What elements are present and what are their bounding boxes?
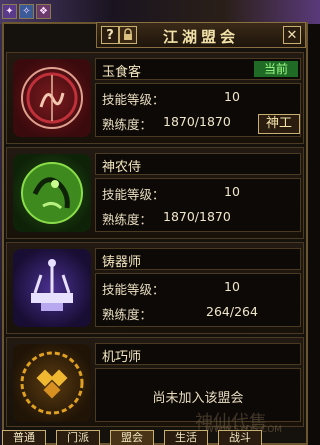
mechanic-emblem-icon xyxy=(13,344,91,422)
shengong-button[interactable]: 神工 xyxy=(258,114,300,134)
skill-level-value: 10 xyxy=(224,89,240,104)
tab-guild[interactable]: 盟会 xyxy=(110,430,154,445)
guild-name: 铸器师 xyxy=(102,255,142,270)
guild-info-box: 技能等级： 10 熟练度： 1870/1870 xyxy=(95,178,301,232)
bottom-tab-bar: 普通 门派 盟会 生活 战斗 xyxy=(0,430,320,445)
tab-sect[interactable]: 门派 xyxy=(56,430,100,445)
guild-name: 机巧师 xyxy=(102,350,142,365)
proficiency-value: 1870/1870 xyxy=(163,209,231,224)
proficiency-value: 1870/1870 xyxy=(163,114,231,129)
panel-header: ? 江湖盟会 ✕ xyxy=(96,22,306,48)
jade-chef-emblem-icon xyxy=(13,59,91,137)
proficiency-value: 264/264 xyxy=(206,304,258,319)
proficiency-label: 熟练度： xyxy=(102,307,153,322)
guild-name-box: 玉食客 当前 xyxy=(95,58,301,80)
proficiency-label: 熟练度： xyxy=(102,212,153,227)
guild-card-shennong[interactable]: 神农侍 技能等级： 10 熟练度： 1870/1870 xyxy=(6,147,304,239)
guild-info-box: 技能等级： 10 熟练度： 264/264 xyxy=(95,273,301,327)
guild-name-box: 神农侍 xyxy=(95,153,301,175)
guild-card-jade-chef[interactable]: 玉食客 当前 技能等级： 10 熟练度： 1870/1870 神工 xyxy=(6,52,304,144)
skill-level-label: 技能等级： xyxy=(102,282,165,297)
guild-card-forge[interactable]: 铸器师 技能等级： 10 熟练度： 264/264 xyxy=(6,242,304,334)
buff-icon-3[interactable]: ❖ xyxy=(36,4,51,19)
panel-title: 江湖盟会 xyxy=(162,28,239,46)
current-badge: 当前 xyxy=(254,61,298,77)
not-joined-text: 尚未加入该盟会 xyxy=(152,391,244,406)
tab-normal[interactable]: 普通 xyxy=(2,430,46,445)
proficiency-label: 熟练度： xyxy=(102,117,153,132)
guild-name-box: 铸器师 xyxy=(95,248,301,270)
guild-name: 玉食客 xyxy=(102,65,142,80)
buff-icon-1[interactable]: ✦ xyxy=(2,4,17,19)
skill-level-value: 10 xyxy=(224,184,240,199)
close-button[interactable]: ✕ xyxy=(283,26,301,44)
buff-icon-2[interactable]: ✧ xyxy=(19,4,34,19)
skill-level-value: 10 xyxy=(224,279,240,294)
guild-name-box: 机巧师 xyxy=(95,343,301,365)
shennong-emblem-icon xyxy=(13,154,91,232)
guild-name: 神农侍 xyxy=(102,160,142,175)
forge-emblem-icon xyxy=(13,249,91,327)
tab-life[interactable]: 生活 xyxy=(164,430,208,445)
tab-battle[interactable]: 战斗 xyxy=(218,430,262,445)
skill-level-label: 技能等级： xyxy=(102,187,165,202)
skill-level-label: 技能等级： xyxy=(102,92,165,107)
